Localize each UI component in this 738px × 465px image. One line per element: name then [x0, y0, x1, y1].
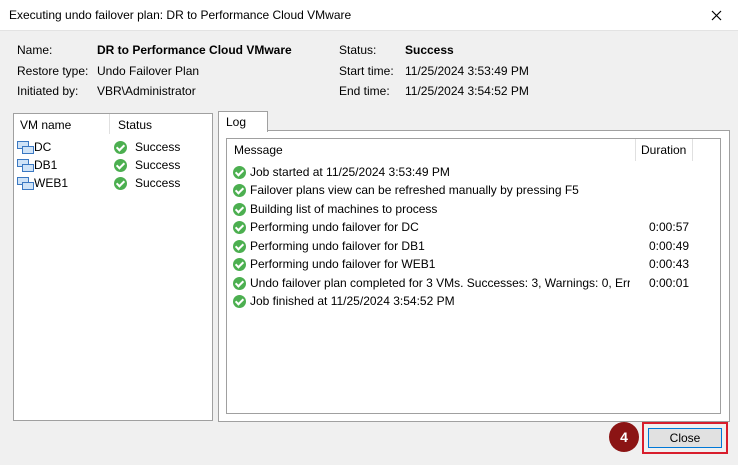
- log-duration: 0:00:49: [649, 239, 690, 253]
- success-check-icon: [233, 220, 246, 234]
- success-check-icon: [114, 158, 127, 172]
- success-check-icon: [233, 257, 246, 271]
- end-time-label: End time:: [339, 84, 390, 98]
- vm-row[interactable]: DB1 Success: [17, 156, 207, 174]
- log-row[interactable]: Performing undo failover for WEB1 0:00:4…: [233, 255, 713, 273]
- initiated-by-value: VBR\Administrator: [97, 84, 196, 98]
- log-message: Performing undo failover for DB1: [250, 239, 425, 253]
- restore-type-label: Restore type:: [17, 64, 89, 78]
- log-duration: 0:00:43: [649, 257, 690, 271]
- log-row[interactable]: Failover plans view can be refreshed man…: [233, 181, 713, 199]
- status-value: Success: [405, 43, 454, 57]
- name-label: Name:: [17, 43, 53, 57]
- vm-status-column-header[interactable]: Status: [118, 118, 152, 132]
- vm-icon: [17, 140, 34, 154]
- success-check-icon: [233, 183, 246, 197]
- log-row[interactable]: Job finished at 11/25/2024 3:54:52 PM: [233, 292, 713, 310]
- duration-column-header[interactable]: Duration: [641, 143, 686, 157]
- log-message: Building list of machines to process: [250, 202, 438, 216]
- step-badge: 4: [609, 422, 639, 452]
- vm-name: WEB1: [34, 176, 69, 190]
- window-title: Executing undo failover plan: DR to Perf…: [9, 8, 352, 22]
- window-close-button[interactable]: [694, 0, 738, 30]
- success-check-icon: [114, 176, 127, 190]
- log-message: Failover plans view can be refreshed man…: [250, 183, 579, 197]
- log-duration: 0:00:01: [649, 276, 690, 290]
- message-column-header[interactable]: Message: [234, 143, 283, 157]
- success-check-icon: [233, 294, 246, 308]
- log-row[interactable]: Performing undo failover for DC 0:00:57: [233, 218, 713, 236]
- log-row[interactable]: Job started at 11/25/2024 3:53:49 PM: [233, 163, 713, 181]
- log-row[interactable]: Performing undo failover for DB1 0:00:49: [233, 237, 713, 255]
- column-divider: [692, 139, 693, 161]
- name-value: DR to Performance Cloud VMware: [97, 43, 292, 57]
- tab-log-label: Log: [226, 115, 247, 129]
- start-time-label: Start time:: [339, 64, 394, 78]
- log-message: Job started at 11/25/2024 3:53:49 PM: [250, 165, 450, 179]
- vm-name-column-header[interactable]: VM name: [20, 118, 71, 132]
- close-button[interactable]: Close: [648, 428, 722, 448]
- restore-type-value: Undo Failover Plan: [97, 64, 200, 78]
- close-button-highlight: Close: [642, 422, 728, 454]
- vm-icon: [17, 176, 34, 190]
- log-message: Performing undo failover for DC: [250, 220, 419, 234]
- log-message: Undo failover plan completed for 3 VMs. …: [250, 276, 630, 290]
- success-check-icon: [233, 202, 246, 216]
- tab-log[interactable]: Log: [218, 111, 268, 132]
- log-message: Performing undo failover for WEB1: [250, 257, 436, 271]
- vm-status: Success: [135, 158, 181, 172]
- column-divider: [635, 139, 636, 161]
- success-check-icon: [233, 165, 246, 179]
- vm-list[interactable]: VM name Status DC Success DB1 Success WE…: [13, 113, 213, 421]
- vm-status: Success: [135, 140, 181, 154]
- vm-row[interactable]: WEB1 Success: [17, 174, 207, 192]
- log-row[interactable]: Undo failover plan completed for 3 VMs. …: [233, 274, 713, 292]
- initiated-by-label: Initiated by:: [17, 84, 79, 98]
- column-divider: [109, 114, 110, 134]
- vm-icon: [17, 158, 34, 172]
- log-duration: 0:00:57: [649, 220, 690, 234]
- log-row[interactable]: Building list of machines to process: [233, 200, 713, 218]
- start-time-value: 11/25/2024 3:53:49 PM: [405, 64, 529, 78]
- success-check-icon: [233, 276, 246, 290]
- vm-name: DC: [34, 140, 52, 154]
- vm-status: Success: [135, 176, 181, 190]
- success-check-icon: [114, 140, 127, 154]
- title-bar: Executing undo failover plan: DR to Perf…: [0, 0, 738, 31]
- close-icon: [711, 10, 721, 20]
- status-label: Status:: [339, 43, 377, 57]
- vm-row[interactable]: DC Success: [17, 138, 207, 156]
- success-check-icon: [233, 239, 246, 253]
- log-list[interactable]: Message Duration Job started at 11/25/20…: [226, 138, 721, 414]
- end-time-value: 11/25/2024 3:54:52 PM: [405, 84, 529, 98]
- vm-name: DB1: [34, 158, 58, 172]
- log-message: Job finished at 11/25/2024 3:54:52 PM: [250, 294, 455, 308]
